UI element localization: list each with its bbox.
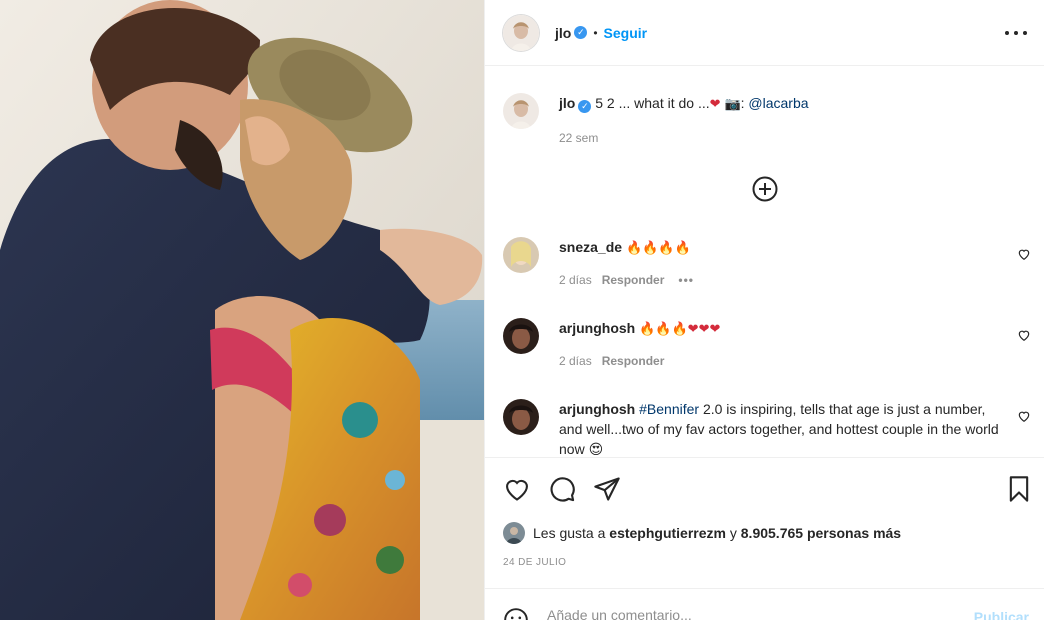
caption-mention-link[interactable]: @lacarba [748, 95, 808, 111]
avatar-image [503, 93, 539, 129]
commenter-avatar[interactable] [503, 399, 539, 435]
reply-button[interactable]: Responder [602, 354, 665, 368]
add-comment-bar: Añade un comentario... Publicar [485, 588, 1044, 620]
camera-emoji: 📷 [724, 97, 741, 112]
comment-content: 🔥🔥🔥🔥 [625, 241, 691, 256]
reply-button[interactable]: Responder [602, 273, 665, 287]
comment-item: sneza_de 🔥🔥🔥🔥 2 días Responder ••• [503, 237, 999, 287]
avatar-image [503, 14, 539, 51]
avatar-image [503, 399, 539, 435]
comment-body: arjunghosh 🔥🔥🔥❤❤❤ 2 días Responder [559, 318, 999, 368]
commenter-username[interactable]: arjunghosh [559, 401, 635, 417]
caption-age[interactable]: 22 sem [559, 131, 598, 145]
comment-more-options-icon[interactable]: ••• [678, 273, 694, 287]
like-comment-heart-icon[interactable] [1017, 409, 1031, 423]
comment-bubble-icon[interactable] [548, 475, 576, 503]
comment-item: arjunghosh 🔥🔥🔥❤❤❤ 2 días Responder [503, 318, 999, 368]
likes-prefix: Les gusta a [533, 525, 606, 541]
comment-age[interactable]: 2 días [559, 273, 592, 287]
comment-text: arjunghosh 🔥🔥🔥❤❤❤ [559, 318, 999, 340]
author-username[interactable]: jlo [555, 25, 571, 41]
commenter-avatar[interactable] [503, 237, 539, 273]
comment-item: arjunghosh #Bennifer 2.0 is inspiring, t… [503, 399, 999, 457]
comment-body: sneza_de 🔥🔥🔥🔥 2 días Responder ••• [559, 237, 999, 287]
post-action-bar [485, 457, 1044, 517]
comment-age[interactable]: 2 días [559, 354, 592, 368]
commenter-username[interactable]: arjunghosh [559, 320, 635, 336]
caption-content: 5 2 ... what it do ... [595, 95, 710, 111]
post-photo[interactable] [0, 0, 484, 620]
load-more-comments-icon[interactable] [751, 175, 779, 203]
caption-meta: 22 sem [559, 131, 999, 145]
like-comment-heart-icon[interactable] [1017, 328, 1031, 342]
comment-text: arjunghosh #Bennifer 2.0 is inspiring, t… [559, 399, 999, 457]
commenter-username[interactable]: sneza_de [559, 239, 622, 255]
verified-badge-icon: ✓ [574, 26, 588, 39]
verified-badge-icon: ✓ [578, 100, 592, 113]
caption-text: jlo ✓ 5 2 ... what it do ...❤ 📷: @lacarba [559, 93, 999, 115]
caption-row: jlo ✓ 5 2 ... what it do ...❤ 📷: @lacarba… [503, 93, 999, 145]
hashtag-link[interactable]: #Bennifer [639, 401, 699, 417]
avatar-image [503, 522, 525, 544]
post-header: jlo ✓ • Seguir [485, 0, 1044, 66]
comment-content: 🔥🔥🔥❤❤❤ [639, 322, 721, 337]
post-date[interactable]: 24 DE JULIO [503, 557, 566, 568]
share-paper-plane-icon[interactable] [593, 475, 621, 503]
like-heart-icon[interactable] [503, 475, 531, 503]
avatar-image [503, 237, 539, 273]
save-bookmark-icon[interactable] [1005, 475, 1033, 503]
instagram-post-modal: jlo ✓ • Seguir jlo ✓ 5 2 ... what it do … [0, 0, 1044, 620]
avatar-image [503, 318, 539, 354]
couple-kissing-image [0, 0, 484, 620]
heart-emoji: ❤ [709, 97, 721, 112]
caption-username[interactable]: jlo [559, 95, 575, 111]
likes-summary: Les gusta a estephgutierrezm y 8.905.765… [503, 522, 901, 544]
comment-meta: 2 días Responder ••• [559, 273, 999, 287]
comment-meta: 2 días Responder [559, 354, 999, 368]
caption-body: jlo ✓ 5 2 ... what it do ...❤ 📷: @lacarba… [559, 93, 999, 145]
more-options-icon[interactable] [1005, 22, 1027, 44]
commenter-avatar[interactable] [503, 318, 539, 354]
follow-button[interactable]: Seguir [604, 25, 648, 41]
author-avatar[interactable] [503, 14, 539, 51]
publish-button[interactable]: Publicar [974, 609, 1029, 620]
liker-username[interactable]: estephgutierrezm [609, 525, 726, 541]
header-separator: • [593, 25, 598, 40]
likes-count[interactable]: 8.905.765 personas más [741, 525, 901, 541]
comment-input[interactable]: Añade un comentario... [547, 607, 692, 620]
like-comment-heart-icon[interactable] [1017, 247, 1031, 261]
caption-author-avatar[interactable] [503, 93, 539, 129]
emoji-smiley-icon[interactable] [503, 607, 529, 620]
comment-body: arjunghosh #Bennifer 2.0 is inspiring, t… [559, 399, 999, 457]
comments-list[interactable]: jlo ✓ 5 2 ... what it do ...❤ 📷: @lacarba… [485, 67, 1044, 457]
post-side-panel: jlo ✓ • Seguir jlo ✓ 5 2 ... what it do … [484, 0, 1044, 620]
comment-text: sneza_de 🔥🔥🔥🔥 [559, 237, 999, 259]
likes-connector: y [729, 525, 737, 541]
caption-credit-colon: : [740, 95, 745, 111]
liker-avatar[interactable] [503, 522, 525, 544]
